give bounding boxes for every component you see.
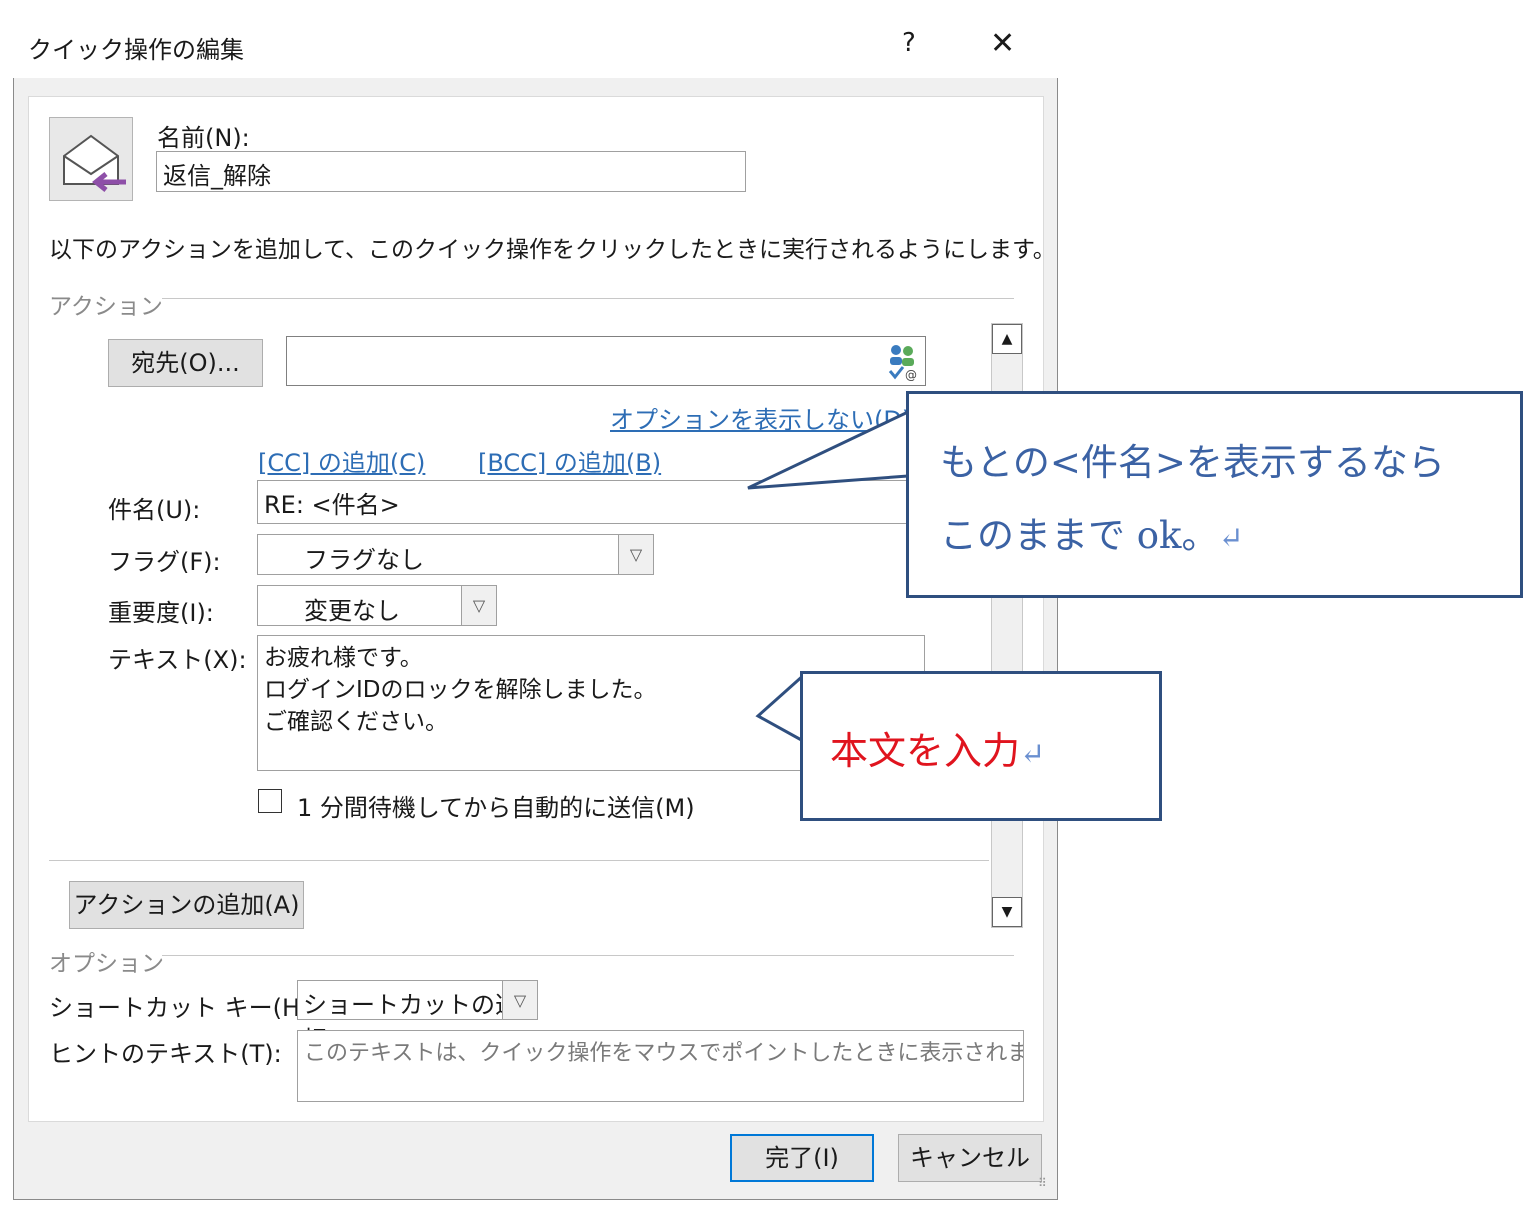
options-divider — [162, 955, 1014, 956]
description-text: 以下のアクションを追加して、このクイック操作をクリックしたときに実行されるように… — [49, 237, 1056, 263]
tooltip-placeholder: このテキストは、クイック操作をマウスでポイントしたときに表示されます。 — [304, 1041, 1024, 1066]
body-callout-line: 本文を入力↵ — [830, 720, 1045, 775]
scroll-down-button[interactable]: ▼ — [992, 897, 1022, 927]
help-icon[interactable]: ? — [902, 28, 916, 58]
return-mark-icon: ↵ — [1020, 737, 1046, 772]
shortcut-select[interactable]: ショートカットの選択 ▽ — [297, 980, 538, 1054]
chevron-down-icon[interactable]: ▽ — [461, 586, 496, 625]
text-label: テキスト(X): — [108, 646, 247, 674]
body-callout-text: 本文を入力 — [830, 729, 1021, 773]
to-button[interactable]: 宛先(O)... — [108, 339, 263, 387]
flag-select[interactable]: フラグなし ▽ — [257, 534, 654, 575]
subject-callout-line1: もとの<件名>を表示するなら — [940, 441, 1445, 484]
auto-send-checkbox[interactable] — [258, 789, 282, 813]
finish-button[interactable]: 完了(I) — [730, 1134, 874, 1182]
cancel-button[interactable]: キャンセル — [898, 1134, 1042, 1182]
tooltip-label: ヒントのテキスト(T): — [49, 1040, 282, 1068]
subject-callout-text: このままで ok。 — [940, 514, 1219, 557]
add-cc-link[interactable]: [CC] の追加(C) — [258, 443, 425, 478]
scroll-up-button[interactable]: ▲ — [992, 324, 1022, 354]
name-input[interactable]: 返信_解除 — [156, 151, 746, 192]
chevron-down-icon[interactable]: ▽ — [618, 535, 653, 574]
add-bcc-link[interactable]: [BCC] の追加(B) — [478, 443, 661, 478]
resize-grip-icon[interactable]: ⠿ — [1038, 1177, 1056, 1198]
options-section-label: オプション — [49, 951, 164, 977]
address-book-icon[interactable]: @ — [886, 341, 920, 382]
actions-divider — [162, 298, 1014, 299]
flag-label: フラグ(F): — [108, 548, 221, 576]
actions-bottom-divider — [49, 860, 989, 861]
flag-select-value: フラグなし — [304, 546, 424, 574]
subject-callout-line2: このままで ok。↵ — [940, 505, 1244, 559]
chevron-down-icon[interactable]: ▽ — [502, 981, 537, 1019]
to-input[interactable] — [286, 336, 926, 386]
subject-label: 件名(U): — [108, 496, 201, 524]
auto-send-label: 1 分間待機してから自動的に送信(M) — [297, 794, 695, 822]
add-action-button[interactable]: アクションの追加(A) — [69, 881, 304, 929]
importance-select[interactable]: 変更なし ▽ — [257, 585, 497, 626]
dialog-title: クイック操作の編集 — [28, 36, 244, 64]
actions-section-label: アクション — [49, 294, 163, 320]
tooltip-input[interactable]: このテキストは、クイック操作をマウスでポイントしたときに表示されます。 — [297, 1030, 1024, 1102]
subject-callout — [906, 391, 1523, 598]
close-icon[interactable]: ✕ — [990, 26, 1015, 61]
name-label: 名前(N): — [157, 124, 250, 152]
importance-label: 重要度(I): — [108, 599, 214, 627]
importance-select-value: 変更なし — [304, 597, 400, 625]
svg-text:@: @ — [905, 368, 917, 381]
reply-envelope-icon[interactable] — [49, 117, 133, 201]
return-mark-icon: ↵ — [1218, 521, 1244, 556]
shortcut-label: ショートカット キー(H): — [49, 994, 318, 1022]
